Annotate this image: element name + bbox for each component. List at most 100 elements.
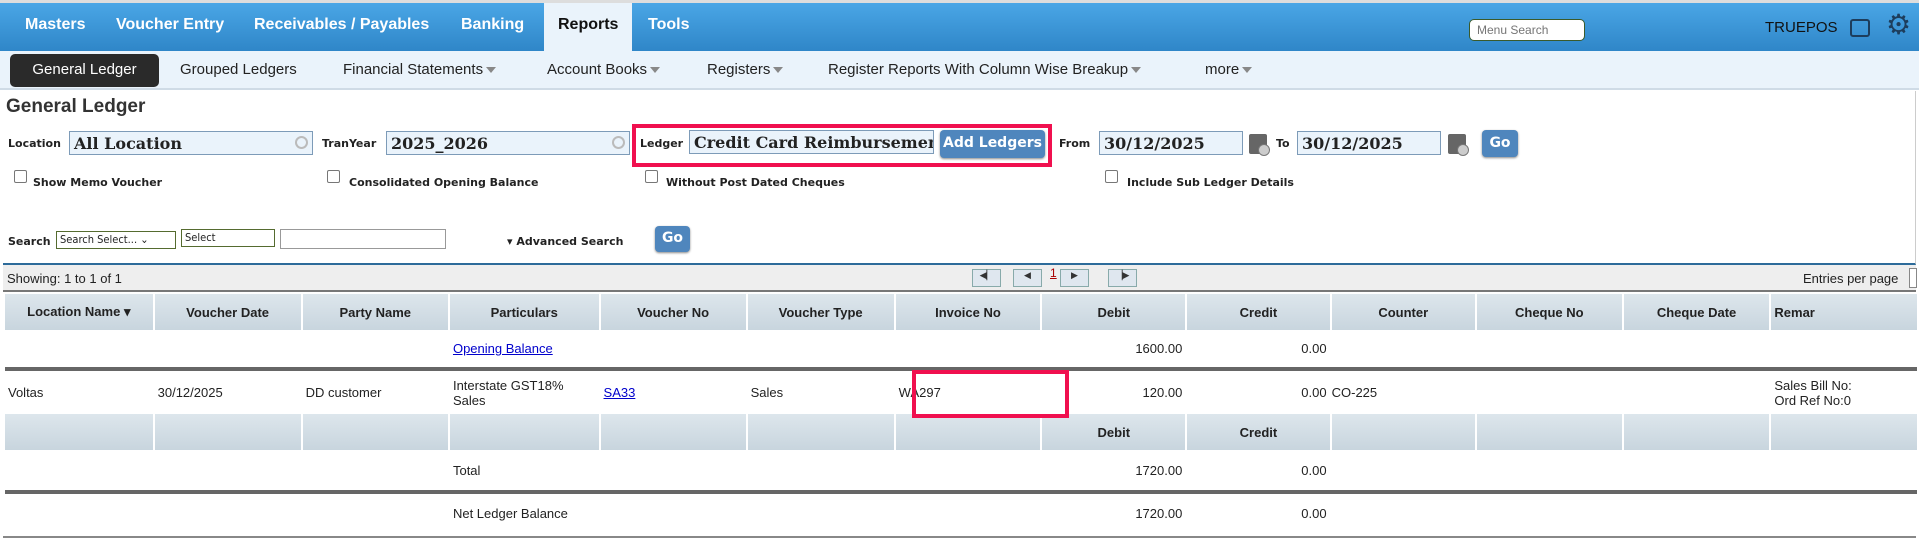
select-value: Search Select... xyxy=(60,233,138,246)
top-nav: Masters Voucher Entry Receivables / Paya… xyxy=(0,0,1919,51)
location-field[interactable]: All Location xyxy=(69,131,313,155)
column-header[interactable]: Invoice No xyxy=(895,294,1041,330)
pager-bar: Showing: 1 to 1 of 1 ◀▏ ◀ 1 ▶ ▕▶ Entries… xyxy=(3,265,1917,292)
entries-per-page-select[interactable] xyxy=(1909,268,1917,288)
without-post-dated-cheques-checkbox[interactable] xyxy=(645,170,658,183)
tranyear-field[interactable]: 2025_2026 xyxy=(386,131,630,155)
column-header[interactable]: Counter xyxy=(1331,294,1475,330)
search-input[interactable] xyxy=(280,229,446,249)
column-header[interactable]: Party Name xyxy=(302,294,448,330)
sub-nav: General Ledger Grouped Ledgers Financial… xyxy=(0,51,1919,90)
advanced-search-toggle[interactable]: ▾ Advanced Search xyxy=(507,235,623,248)
column-header[interactable]: Cheque No xyxy=(1476,294,1622,330)
total-row: Total 1720.00 0.00 xyxy=(5,450,1917,490)
column-header[interactable]: Voucher No xyxy=(600,294,746,330)
net-balance-label: Net Ledger Balance xyxy=(452,506,568,521)
cell-party: DD customer xyxy=(305,385,382,400)
column-header[interactable]: Debit xyxy=(1042,294,1186,330)
ledger-label: Ledger xyxy=(640,137,684,150)
nav-voucher-entry[interactable]: Voucher Entry xyxy=(116,16,224,34)
calendar-icon[interactable] xyxy=(1448,134,1469,156)
checkbox-label: Consolidated Opening Balance xyxy=(349,176,539,189)
column-header[interactable]: Particulars xyxy=(449,294,599,330)
checkbox-label: Show Memo Voucher xyxy=(33,176,163,189)
subnav-label: more xyxy=(1205,61,1240,78)
printer-icon[interactable] xyxy=(1850,19,1870,37)
subnav-account-books[interactable]: Account Books xyxy=(547,61,661,78)
ledger-value: Credit Card Reimbursement( xyxy=(694,133,934,152)
from-date-field[interactable]: 30/12/2025 xyxy=(1099,131,1243,155)
column-header[interactable]: Voucher Type xyxy=(747,294,894,330)
first-page-icon[interactable]: ◀▏ xyxy=(972,269,1001,287)
location-value: All Location xyxy=(74,134,182,153)
table-header-row: Location Name ▾ Voucher Date Party Name … xyxy=(5,294,1917,330)
cell-date: 30/12/2025 xyxy=(157,385,223,400)
column-header[interactable]: Remar xyxy=(1771,294,1917,330)
opening-credit: 0.00 xyxy=(1301,341,1327,356)
cell-counter: CO-225 xyxy=(1331,385,1378,400)
showing-count: Showing: 1 to 1 of 1 xyxy=(7,271,122,286)
consolidated-opening-balance-checkbox[interactable] xyxy=(327,170,340,183)
column-header[interactable]: Voucher Date xyxy=(154,294,301,330)
lookup-icon xyxy=(612,136,625,149)
page-number-link[interactable]: 1 xyxy=(1050,266,1057,280)
subnav-registers[interactable]: Registers xyxy=(707,61,784,78)
remarks-line: Sales Bill No: xyxy=(1774,377,1852,393)
net-balance-row: Net Ledger Balance 1720.00 0.00 xyxy=(5,494,1917,533)
include-sub-ledger-checkbox[interactable] xyxy=(1105,170,1118,183)
subnav-label: Account Books xyxy=(547,61,648,78)
last-page-icon[interactable]: ▕▶ xyxy=(1108,269,1137,287)
column-header-location[interactable]: Location Name ▾ xyxy=(5,294,153,330)
search-label: Search xyxy=(8,235,51,248)
prev-page-icon[interactable]: ◀ xyxy=(1013,269,1042,287)
to-date-field[interactable]: 30/12/2025 xyxy=(1297,131,1441,155)
dropdown-arrow-icon xyxy=(1131,67,1142,74)
go-button[interactable]: Go xyxy=(1482,130,1518,157)
remarks-line: Ord Ref No:0 xyxy=(1774,392,1851,408)
entries-per-page-label: Entries per page xyxy=(1803,271,1899,286)
subnav-register-reports[interactable]: Register Reports With Column Wise Breaku… xyxy=(828,61,1142,78)
summary-header-credit: Credit xyxy=(1187,414,1330,450)
menu-search-input[interactable] xyxy=(1469,19,1585,41)
search-field-select[interactable]: Search Select... ⌄ xyxy=(56,231,176,249)
column-header[interactable]: Credit xyxy=(1187,294,1330,330)
subnav-label: Register Reports With Column Wise Breaku… xyxy=(828,61,1129,78)
cell-remarks: Sales Bill No: Ord Ref No:0 xyxy=(1771,371,1917,414)
voucher-no-link[interactable]: SA33 xyxy=(604,385,636,400)
nav-reports[interactable]: Reports xyxy=(544,3,633,51)
dropdown-arrow-icon xyxy=(486,67,497,74)
opening-debit: 1600.00 xyxy=(1135,341,1183,356)
subnav-label: Registers xyxy=(707,61,771,78)
dropdown-arrow-icon xyxy=(1242,67,1253,74)
cell-voucher-type: Sales xyxy=(750,385,784,400)
summary-header-debit: Debit xyxy=(1042,414,1186,450)
next-page-icon[interactable]: ▶ xyxy=(1060,269,1089,287)
opening-balance-row: Opening Balance 1600.00 0.00 xyxy=(5,330,1917,367)
from-label: From xyxy=(1059,137,1091,150)
user-name: TRUEPOS xyxy=(1765,19,1838,36)
ledger-field[interactable]: Credit Card Reimbursement( xyxy=(689,130,934,154)
subnav-label: Financial Statements xyxy=(343,61,484,78)
summary-header-row: Debit Credit xyxy=(5,414,1917,450)
add-ledgers-button[interactable]: Add Ledgers xyxy=(940,130,1045,158)
particulars-line: Interstate GST18% xyxy=(452,377,564,393)
subnav-grouped-ledgers[interactable]: Grouped Ledgers xyxy=(180,61,297,78)
nav-banking[interactable]: Banking xyxy=(461,16,524,34)
total-label: Total xyxy=(452,462,481,478)
nav-receivables-payables[interactable]: Receivables / Payables xyxy=(254,16,429,34)
search-operator-select[interactable]: Select xyxy=(181,229,275,247)
show-memo-voucher-checkbox[interactable] xyxy=(14,170,27,183)
net-debit: 1720.00 xyxy=(1135,506,1183,521)
opening-balance-link[interactable]: Opening Balance xyxy=(453,341,553,356)
gear-icon[interactable]: ⚙ xyxy=(1886,11,1911,39)
total-credit: 0.00 xyxy=(1301,462,1327,478)
calendar-icon[interactable] xyxy=(1249,134,1270,156)
subnav-general-ledger[interactable]: General Ledger xyxy=(10,54,159,87)
nav-masters[interactable]: Masters xyxy=(25,16,85,34)
cell-credit: 0.00 xyxy=(1301,385,1327,400)
subnav-financial-statements[interactable]: Financial Statements xyxy=(343,61,497,78)
nav-tools[interactable]: Tools xyxy=(648,16,689,34)
search-go-button[interactable]: Go xyxy=(655,226,690,252)
column-header[interactable]: Cheque Date xyxy=(1623,294,1770,330)
subnav-more[interactable]: more xyxy=(1205,61,1253,78)
